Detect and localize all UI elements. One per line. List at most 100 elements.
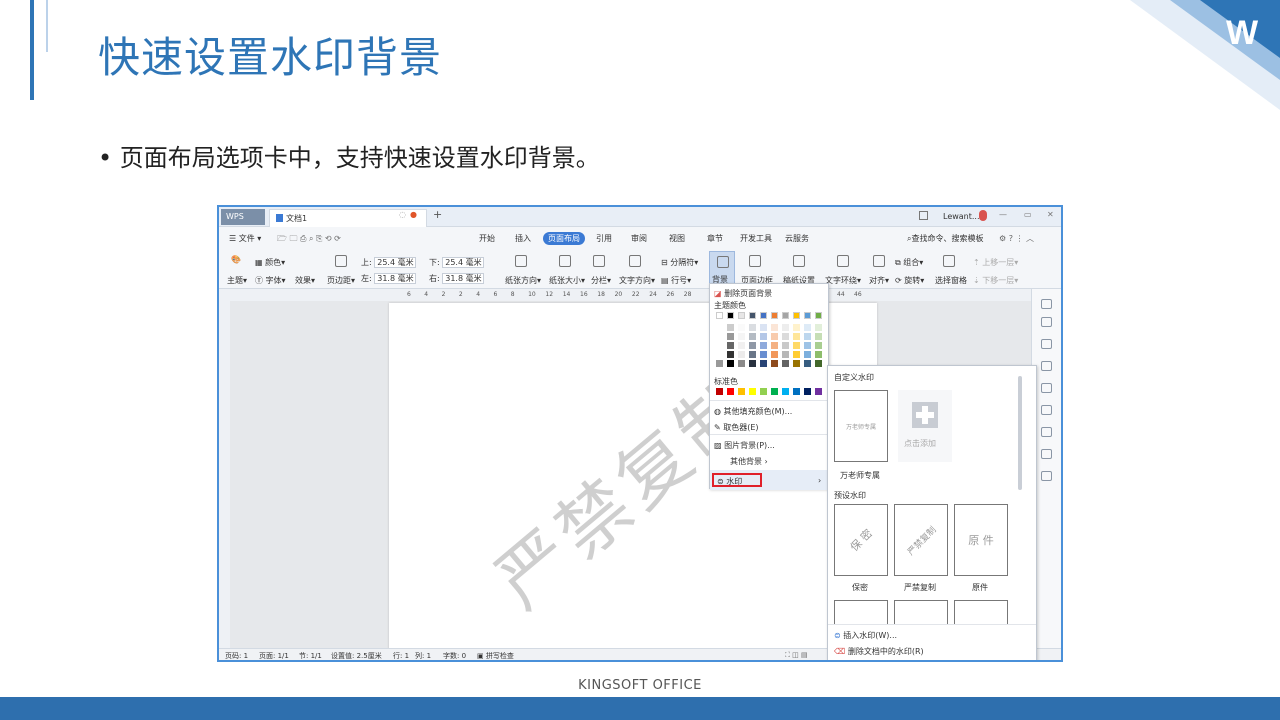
theme-color-swatch[interactable] (738, 312, 745, 319)
orientation-button[interactable]: 纸张方向▾ (505, 275, 541, 286)
panel-toggle-icon[interactable] (1041, 299, 1052, 309)
theme-icon[interactable]: 🎨 (231, 255, 241, 264)
theme-color-tint-swatch[interactable] (727, 342, 734, 349)
theme-color-tint-swatch[interactable] (749, 333, 756, 340)
theme-color-tint-swatch[interactable] (804, 351, 811, 358)
theme-color-tint-swatch[interactable] (738, 351, 745, 358)
theme-color-tint-swatch[interactable] (771, 360, 778, 367)
margins-icon[interactable] (335, 255, 347, 269)
theme-color-tint-swatch[interactable] (749, 360, 756, 367)
search-command[interactable]: ⌕查找命令、搜索模板 (907, 233, 983, 244)
edit-icon[interactable] (1041, 317, 1052, 327)
menu-review[interactable]: 审阅 (631, 233, 647, 244)
standard-color-swatch[interactable] (782, 388, 789, 395)
preset-card[interactable] (954, 600, 1008, 624)
help-icons[interactable]: ⚙ ? ⋮ ︿ (999, 233, 1034, 244)
orientation-icon[interactable] (515, 255, 527, 269)
watermark-item[interactable]: ⊜ 水印 (712, 473, 762, 487)
theme-color-tint-swatch[interactable] (771, 351, 778, 358)
lock-icon[interactable] (1041, 361, 1052, 371)
standard-color-swatch[interactable] (804, 388, 811, 395)
window-icon[interactable] (919, 211, 928, 220)
wrap-icon[interactable] (837, 255, 849, 269)
align-icon[interactable] (873, 255, 885, 269)
theme-color-swatch[interactable] (771, 312, 778, 319)
theme-color-tint-swatch[interactable] (760, 333, 767, 340)
theme-color-swatch[interactable] (782, 312, 789, 319)
theme-color-tint-swatch[interactable] (738, 360, 745, 367)
theme-color-tint-swatch[interactable] (727, 351, 734, 358)
pin-icon[interactable]: ◌ (399, 210, 406, 219)
wps-tab[interactable]: WPS (221, 209, 265, 225)
view-mode-icons[interactable]: ⛶ ◫ ▤ (785, 651, 808, 660)
remove-watermark-item[interactable]: ⌫ 删除文档中的水印(R) (834, 646, 924, 657)
quick-access-toolbar[interactable]: 🗁 🗀 ⎙ ⌕ ⎘ ⟲ ⟳ (277, 233, 341, 247)
top-margin-input[interactable]: 25.4 毫米 (374, 257, 417, 268)
theme-color-tint-swatch[interactable] (771, 342, 778, 349)
rotate-button[interactable]: ⟳ 旋转▾ (895, 275, 924, 286)
theme-color-swatch[interactable] (716, 312, 723, 319)
text-direction-button[interactable]: 文字方向▾ (619, 275, 655, 286)
theme-color-tint-swatch[interactable] (804, 360, 811, 367)
new-tab-icon[interactable]: + (433, 208, 442, 221)
theme-color-tint-swatch[interactable] (793, 342, 800, 349)
preset-no-copy-card[interactable]: 严禁复制 (894, 504, 948, 576)
select-pane-icon[interactable] (943, 255, 955, 269)
bring-forward-button[interactable]: ⇡ 上移一层▾ (973, 257, 1018, 268)
minimize-icon[interactable]: — (999, 210, 1007, 219)
draft-icon[interactable] (793, 255, 805, 269)
size-icon[interactable] (559, 255, 571, 269)
theme-color-swatch[interactable] (804, 312, 811, 319)
columns-button[interactable]: 分栏▾ (591, 275, 611, 286)
theme-color-tint-swatch[interactable] (782, 360, 789, 367)
font-button[interactable]: Ⓣ 字体▾ (255, 275, 286, 286)
theme-color-tint-swatch[interactable] (793, 333, 800, 340)
theme-color-tint-swatch[interactable] (727, 360, 734, 367)
margins-button[interactable]: 页边距▾ (327, 275, 355, 286)
theme-color-tint-swatch[interactable] (760, 351, 767, 358)
theme-color-tint-swatch[interactable] (760, 360, 767, 367)
add-watermark-card[interactable]: 点击添加 (898, 390, 952, 462)
theme-color-tint-swatch[interactable] (815, 342, 822, 349)
color-picker-item[interactable]: ✎ 取色器(E) (714, 422, 759, 433)
theme-color-tint-swatch[interactable] (804, 333, 811, 340)
theme-color-tint-swatch[interactable] (727, 333, 734, 340)
standard-color-swatch[interactable] (771, 388, 778, 395)
insert-watermark-item[interactable]: ⊜ 插入水印(W)... (834, 630, 897, 641)
preset-confidential-card[interactable]: 保 密 (834, 504, 888, 576)
theme-color-tint-swatch[interactable] (804, 342, 811, 349)
standard-color-swatch[interactable] (727, 388, 734, 395)
select-pane-button[interactable]: 选择窗格 (935, 275, 967, 286)
wrap-button[interactable]: 文字环绕▾ (825, 275, 861, 286)
menu-file[interactable]: ☰ 文件 ▾ (229, 233, 261, 244)
theme-color-tint-swatch[interactable] (815, 324, 822, 331)
standard-color-swatch[interactable] (815, 388, 822, 395)
standard-color-swatch[interactable] (793, 388, 800, 395)
standard-color-swatch[interactable] (738, 388, 745, 395)
standard-color-swatch[interactable] (749, 388, 756, 395)
theme-color-tint-swatch[interactable] (749, 324, 756, 331)
size-button[interactable]: 纸张大小▾ (549, 275, 585, 286)
theme-color-tint-swatch[interactable] (749, 342, 756, 349)
image-icon[interactable] (1041, 471, 1052, 481)
page-border-icon[interactable] (749, 255, 761, 269)
menu-page-layout[interactable]: 页面布局 (543, 232, 585, 245)
theme-color-swatch[interactable] (815, 312, 822, 319)
theme-color-tint-swatch[interactable] (793, 324, 800, 331)
avatar[interactable] (979, 210, 987, 221)
standard-color-swatch[interactable] (716, 388, 723, 395)
theme-color-tint-swatch[interactable] (760, 324, 767, 331)
close-icon[interactable]: ✕ (1047, 210, 1054, 219)
theme-color-tint-swatch[interactable] (716, 333, 723, 340)
align-button[interactable]: 对齐▾ (869, 275, 889, 286)
other-background-item[interactable]: 其他背景 › (730, 456, 768, 467)
theme-color-tint-swatch[interactable] (749, 351, 756, 358)
background-button[interactable]: 背景 (709, 251, 735, 285)
theme-color-tint-swatch[interactable] (716, 342, 723, 349)
menu-chapter[interactable]: 章节 (707, 233, 723, 244)
theme-color-swatch[interactable] (749, 312, 756, 319)
theme-color-tint-swatch[interactable] (782, 324, 789, 331)
maximize-icon[interactable]: ▭ (1024, 210, 1032, 219)
theme-color-tint-swatch[interactable] (771, 333, 778, 340)
custom-watermark-card[interactable]: 万老师专属 (834, 390, 888, 462)
